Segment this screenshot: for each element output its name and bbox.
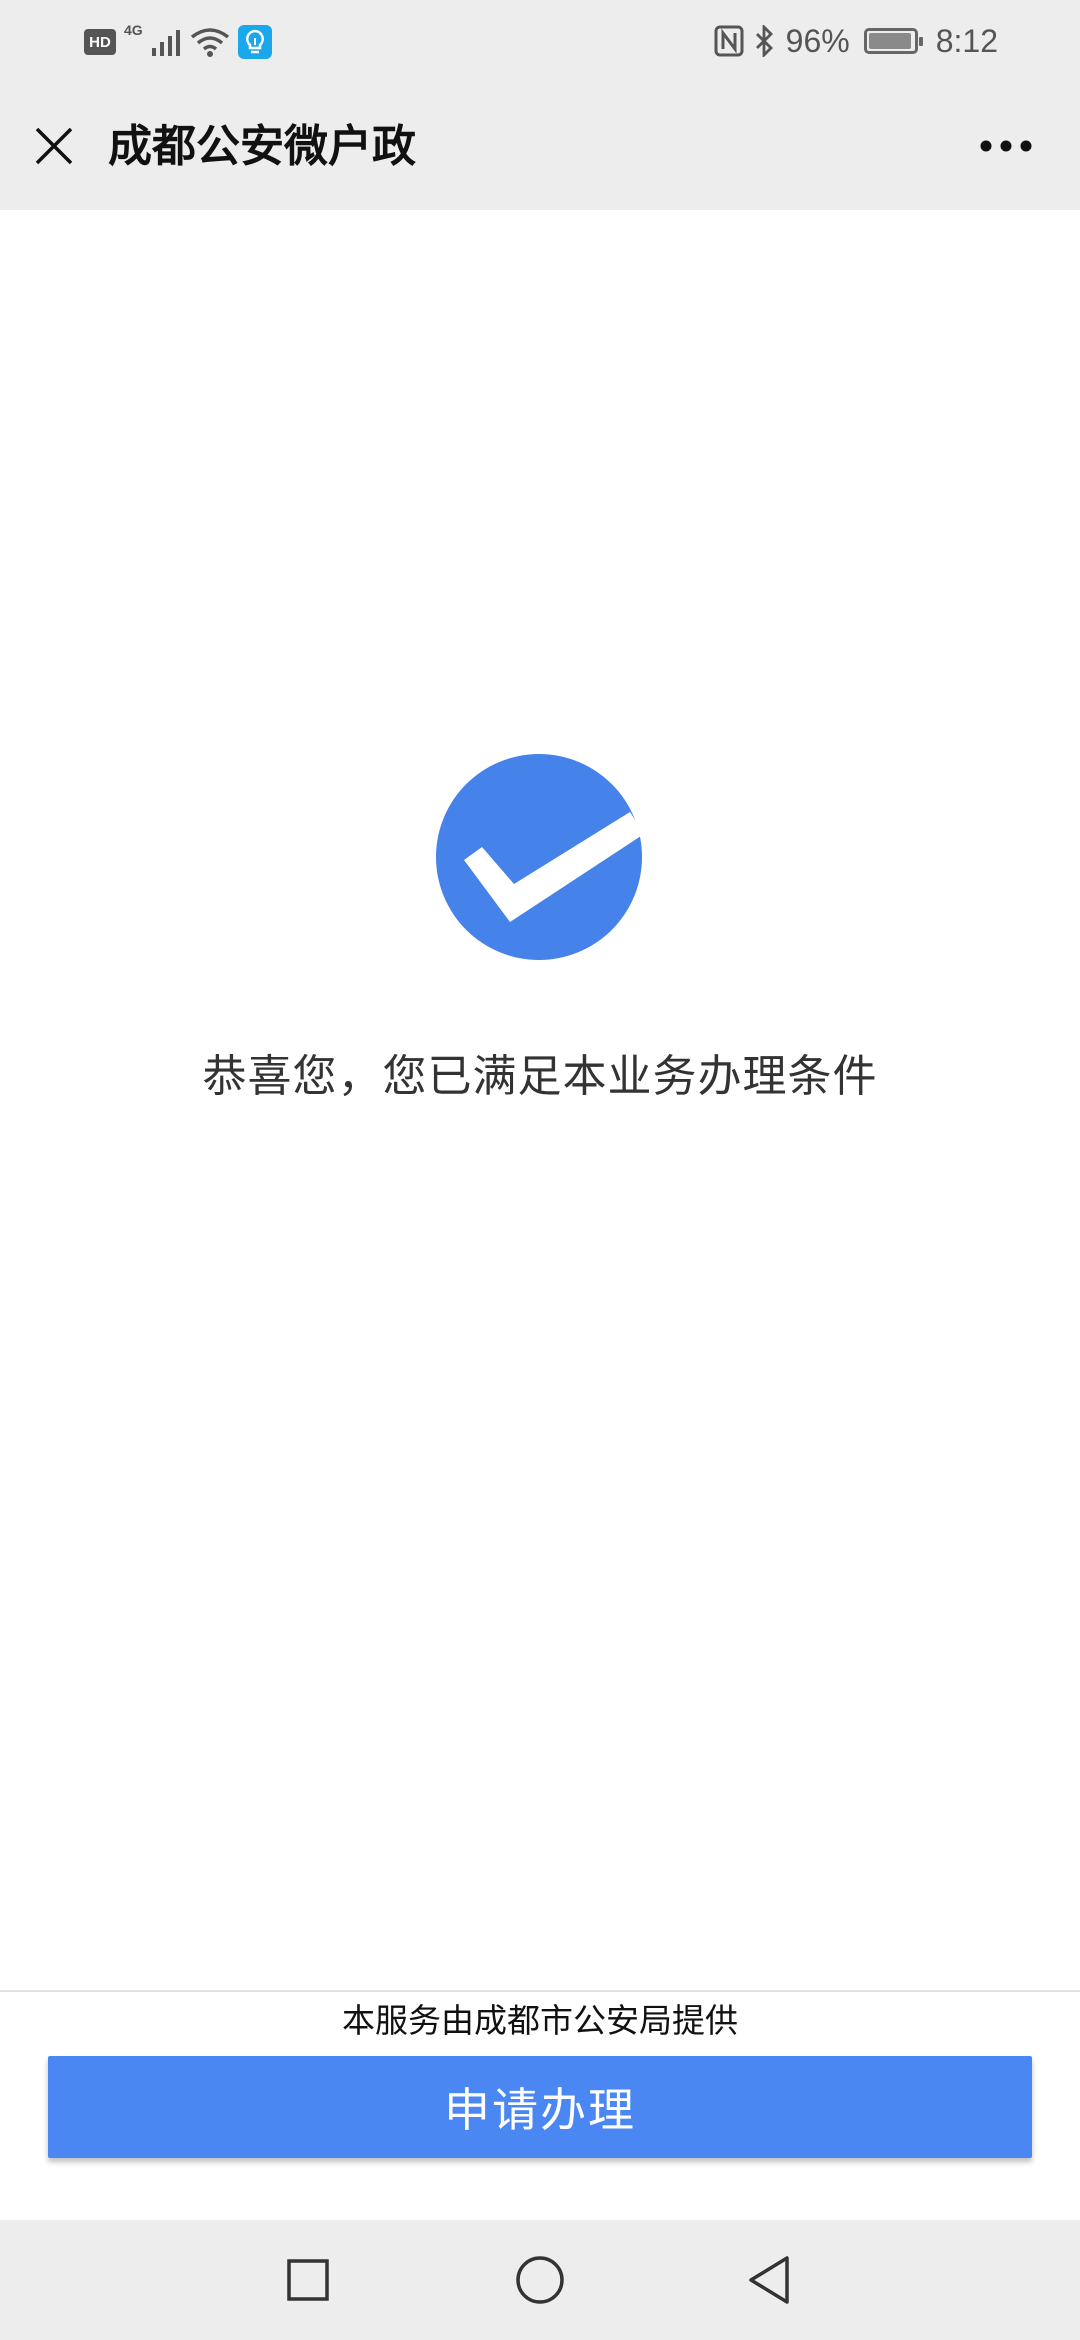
status-bar: HD 4G 96% 8:12 [0,0,1080,84]
network-type: 4G [124,22,143,38]
page-title: 成都公安微户政 [108,121,416,172]
recents-button[interactable] [278,2250,338,2310]
more-dots-icon [980,140,1032,152]
hd-badge: HD [84,29,116,55]
status-bar-left: HD 4G [84,20,272,64]
nfc-icon [714,25,744,57]
close-button[interactable] [24,116,84,176]
system-nav-bar [0,2220,1080,2340]
square-recents-icon [287,2259,329,2301]
back-button[interactable] [740,2250,800,2310]
battery-icon [863,28,923,54]
clock: 8:12 [935,22,998,59]
app-header: 成都公安微户政 [0,84,1080,210]
wifi-icon [190,28,230,57]
provider-text: 本服务由成都市公安局提供 [342,2001,738,2040]
footer: 本服务由成都市公安局提供 申请办理 [0,1990,1080,2220]
success-message: 恭喜您，您已满足本业务办理条件 [202,1051,878,1102]
checkmark-circle-icon [436,754,644,960]
bluetooth-icon [755,25,773,57]
battery-percent: 96% [785,22,850,59]
lightbulb-notification-icon [238,25,272,59]
home-button[interactable] [510,2250,570,2310]
status-bar-right: 96% 8:12 [714,18,998,64]
apply-button[interactable]: 申请办理 [48,2056,1032,2158]
more-options-button[interactable] [956,116,1056,176]
triangle-back-icon [749,2256,789,2304]
close-icon [35,127,73,165]
battery-fill [868,33,911,49]
signal-icon [152,30,180,56]
circle-home-icon [516,2256,564,2304]
main-content: 恭喜您，您已满足本业务办理条件 [0,210,1080,1990]
